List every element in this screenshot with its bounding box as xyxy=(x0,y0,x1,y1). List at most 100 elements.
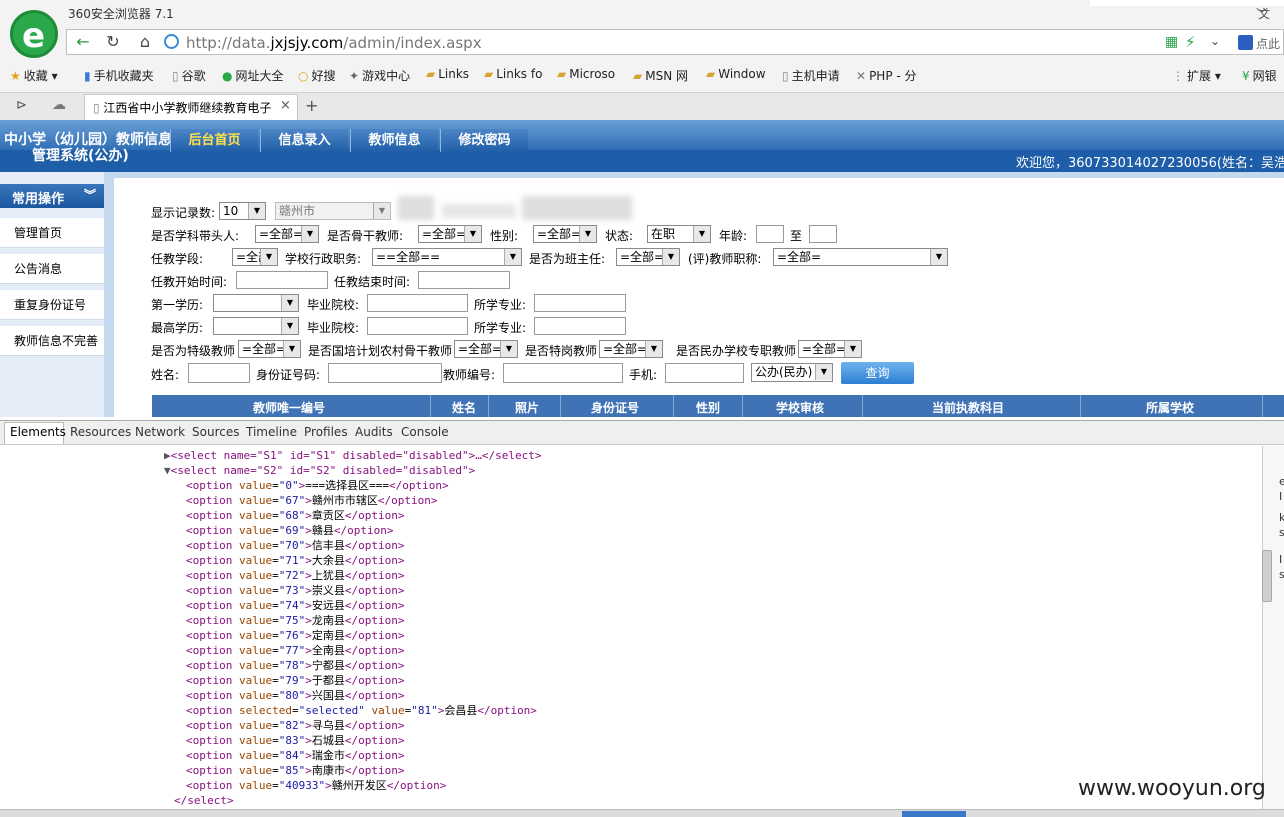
th-school[interactable]: 所属学校 xyxy=(1146,399,1194,416)
end-time-input[interactable] xyxy=(418,271,510,289)
dropdown-chevron-icon[interactable]: ⌄ xyxy=(1210,34,1220,48)
devtools-tab-sources[interactable]: Sources xyxy=(192,425,239,439)
devtools-tab-resources[interactable]: Resources xyxy=(70,425,131,439)
bookmark-google[interactable]: ▯ 谷歌 xyxy=(172,67,206,84)
sidebar-item-home[interactable]: 管理首页 xyxy=(0,218,104,248)
bookmark-bank[interactable]: ¥ 网银 xyxy=(1242,67,1277,84)
dom-option-node[interactable]: <option value="71">大余县</option> xyxy=(186,553,404,568)
new-tab-icon[interactable]: + xyxy=(305,96,318,115)
dom-node-s2[interactable]: ▼<select name="S2" id="S2" disabled="dis… xyxy=(164,463,475,478)
special-teacher-select[interactable]: =全部= xyxy=(238,340,301,358)
qr-icon[interactable]: ▦ xyxy=(1165,34,1178,50)
bookmark-host[interactable]: ▯ 主机申请 xyxy=(782,67,840,84)
extensions-menu[interactable]: ⋮ 扩展 ▾ xyxy=(1172,67,1221,84)
dom-option-node[interactable]: <option value="79">于都县</option> xyxy=(186,673,404,688)
dom-option-node[interactable]: <option selected="selected" value="81">会… xyxy=(186,703,537,718)
sidebar-item-notices[interactable]: 公告消息 xyxy=(0,254,104,284)
age-from-input[interactable] xyxy=(756,225,784,243)
lightning-icon[interactable]: ⚡ xyxy=(1185,33,1196,51)
minimize-icon[interactable]: ﹀ xyxy=(1256,5,1268,22)
private-school-select[interactable]: =全部= xyxy=(798,340,862,358)
cloud-icon[interactable]: ☁ xyxy=(52,97,66,113)
dom-option-node[interactable]: <option value="69">赣县</option> xyxy=(186,523,393,538)
devtools-tab-elements[interactable]: Elements xyxy=(10,425,66,439)
devtools-tab-console[interactable]: Console xyxy=(401,425,449,439)
dom-option-node[interactable]: <option value="72">上犹县</option> xyxy=(186,568,404,583)
reload-icon[interactable]: ↻ xyxy=(102,32,124,52)
nav-entry[interactable]: 信息录入 xyxy=(260,129,348,152)
devtools-tab-timeline[interactable]: Timeline xyxy=(246,425,297,439)
dom-option-node[interactable]: <option value="75">龙南县</option> xyxy=(186,613,404,628)
major-input-1[interactable] xyxy=(534,294,626,312)
dom-option-node[interactable]: <option value="74">安远县</option> xyxy=(186,598,404,613)
dom-option-node[interactable]: <option value="0">===选择县区===</option> xyxy=(186,478,449,493)
type-select[interactable]: 公办(民办) xyxy=(751,363,833,382)
dom-option-node[interactable]: <option value="67">赣州市市辖区</option> xyxy=(186,493,437,508)
th-subject[interactable]: 当前执教科目 xyxy=(932,399,1004,416)
bookmark-microsoft[interactable]: ▰ Microso xyxy=(557,67,615,81)
stage-select[interactable]: =全部= xyxy=(232,248,278,266)
dom-option-node[interactable]: <option value="68">章贡区</option> xyxy=(186,508,404,523)
school-input-2[interactable] xyxy=(367,317,468,335)
first-edu-select[interactable] xyxy=(213,294,299,312)
id-number-input[interactable] xyxy=(328,363,442,383)
school-input-1[interactable] xyxy=(367,294,468,312)
tab-active[interactable]: ▯ 江西省中小学教师继续教育电子 xyxy=(84,94,298,120)
dom-option-node[interactable]: <option value="76">定南县</option> xyxy=(186,628,404,643)
teacher-no-input[interactable] xyxy=(503,363,623,383)
dom-node-close[interactable]: </select> xyxy=(174,793,234,808)
dom-node-s1[interactable]: ▶<select name="S1" id="S1" disabled="dis… xyxy=(164,448,542,463)
search-engine-icon[interactable] xyxy=(1238,35,1253,50)
bookmark-php[interactable]: ✕ PHP - 分 xyxy=(856,67,917,84)
dom-option-node[interactable]: <option value="82">寻乌县</option> xyxy=(186,718,404,733)
dom-option-node[interactable]: <option value="78">宁都县</option> xyxy=(186,658,404,673)
dom-option-node[interactable]: <option value="40933">赣州开发区</option> xyxy=(186,778,446,793)
dom-option-node[interactable]: <option value="80">兴国县</option> xyxy=(186,688,404,703)
query-button[interactable]: 查询 xyxy=(841,362,914,384)
highest-edu-select[interactable] xyxy=(213,317,299,335)
th-teacher-id[interactable]: 教师唯一编号 xyxy=(253,399,325,416)
special-post-select[interactable]: =全部= xyxy=(599,340,663,358)
bookmark-mobile[interactable]: ▮ 手机收藏夹 xyxy=(84,67,154,84)
bookmark-games[interactable]: ✦ 游戏中心 xyxy=(349,67,410,84)
nav-change-password[interactable]: 修改密码 xyxy=(440,129,528,152)
major-input-2[interactable] xyxy=(534,317,626,335)
rural-backbone-select[interactable]: =全部= xyxy=(454,340,518,358)
bookmark-links-fo[interactable]: ▰ Links fo xyxy=(484,67,542,81)
devtools-tab-network[interactable]: Network xyxy=(135,425,185,439)
dom-option-node[interactable]: <option value="70">信丰县</option> xyxy=(186,538,404,553)
age-to-input[interactable] xyxy=(809,225,837,243)
back-icon[interactable]: ← xyxy=(72,32,94,52)
records-select[interactable]: 10 xyxy=(219,202,266,220)
devtools-tab-audits[interactable]: Audits xyxy=(355,425,393,439)
bookmark-windows[interactable]: ▰ Window xyxy=(706,67,766,81)
sidebar-item-incomplete[interactable]: 教师信息不完善 xyxy=(0,326,104,356)
phone-input[interactable] xyxy=(665,363,744,383)
home-icon[interactable]: ⌂ xyxy=(134,32,156,52)
url-text[interactable]: http://data.jxjsjy.com/admin/index.aspx xyxy=(186,34,482,52)
class-teacher-select[interactable]: =全部= xyxy=(616,248,680,266)
gender-select[interactable]: =全部= xyxy=(533,225,597,243)
bookmark-links[interactable]: ▰ Links xyxy=(426,67,469,81)
backbone-select[interactable]: =全部= xyxy=(418,225,482,243)
admin-role-select[interactable]: ==全部== xyxy=(372,248,522,266)
dom-option-node[interactable]: <option value="77">全南县</option> xyxy=(186,643,404,658)
bookmark-hao[interactable]: ● 网址大全 xyxy=(222,67,284,84)
dom-option-node[interactable]: <option value="83">石城县</option> xyxy=(186,733,404,748)
th-school-review[interactable]: 学校审核 xyxy=(776,399,824,416)
nav-teacher-info[interactable]: 教师信息 xyxy=(350,129,438,152)
close-tab-icon[interactable]: × xyxy=(280,98,291,113)
sidebar-item-duplicate-id[interactable]: 重复身份证号 xyxy=(0,290,104,320)
devtools-tab-profiles[interactable]: Profiles xyxy=(304,425,348,439)
title-select[interactable]: =全部= xyxy=(773,248,948,266)
dom-option-node[interactable]: <option value="84">瑞金市</option> xyxy=(186,748,404,763)
devtools-scrollbar[interactable] xyxy=(1262,550,1272,602)
name-input[interactable] xyxy=(188,363,250,383)
nav-home[interactable]: 后台首页 xyxy=(170,129,258,152)
bookmark-haosou[interactable]: ○ 好搜 xyxy=(298,67,336,84)
dom-option-node[interactable]: <option value="73">崇义县</option> xyxy=(186,583,404,598)
bookmark-favorites[interactable]: ★ 收藏 ▾ xyxy=(10,67,58,84)
dom-option-node[interactable]: <option value="85">南康市</option> xyxy=(186,763,404,778)
th-name[interactable]: 姓名 xyxy=(452,399,476,416)
bookmark-msn[interactable]: ▰ MSN 网 xyxy=(633,67,688,84)
